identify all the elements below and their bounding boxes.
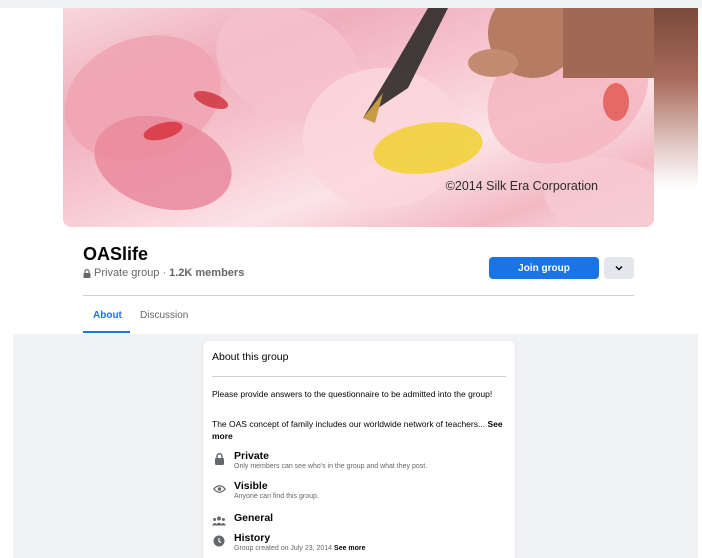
meta-separator: · xyxy=(162,267,167,279)
join-group-button[interactable]: Join group xyxy=(489,257,599,279)
tab-about[interactable]: About xyxy=(93,310,122,321)
header-divider xyxy=(83,295,634,296)
more-options-button[interactable] xyxy=(604,257,634,279)
top-strip xyxy=(0,0,702,8)
history-text: Group created on July 23, 2014 xyxy=(234,545,333,552)
about-description: Please provide answers to the questionna… xyxy=(212,389,493,399)
eye-icon xyxy=(212,482,226,496)
about-item-visible: Visible Anyone can find this group. xyxy=(212,480,319,502)
clock-icon xyxy=(212,534,226,548)
tab-discussion[interactable]: Discussion xyxy=(140,310,188,321)
cover-photo[interactable]: ©2014 Silk Era Corporation xyxy=(63,8,654,227)
about-item-history: History Group created on July 23, 2014 S… xyxy=(212,532,366,554)
paintbrush-illustration xyxy=(363,8,654,123)
cover-edge xyxy=(654,8,698,188)
history-see-more-link[interactable]: See more xyxy=(334,545,366,552)
about-card: About this group Please provide answers … xyxy=(203,341,515,558)
about-title: About this group xyxy=(212,351,289,363)
group-meta: Private group · 1.2K members xyxy=(83,267,244,279)
group-name[interactable]: OASlife xyxy=(83,244,148,265)
about-item-title: History xyxy=(234,532,271,544)
lock-icon xyxy=(83,268,91,278)
about-item-subtitle: Only members can see who's in the group … xyxy=(234,463,428,470)
group-privacy: Private group xyxy=(94,267,160,279)
about-description-more: The OAS concept of family includes our w… xyxy=(212,418,507,442)
member-count[interactable]: 1.2K members xyxy=(169,267,244,279)
about-item-title: Visible xyxy=(234,480,268,492)
about-item-title: Private xyxy=(234,450,270,462)
cover-watermark: ©2014 Silk Era Corporation xyxy=(445,179,598,193)
about-item-subtitle: Group created on July 23, 2014 See more xyxy=(234,544,366,554)
chevron-down-icon xyxy=(615,266,623,271)
lock-icon xyxy=(212,452,226,466)
about-item-private: Private Only members can see who's in th… xyxy=(212,450,427,472)
about-item-title: General xyxy=(234,512,274,524)
about-divider xyxy=(212,376,506,377)
about-item-general: General xyxy=(212,512,273,528)
people-icon xyxy=(212,514,226,528)
about-description-text: The OAS concept of family includes our w… xyxy=(212,419,486,429)
active-tab-indicator xyxy=(83,331,130,333)
about-item-subtitle: Anyone can find this group. xyxy=(234,493,319,500)
